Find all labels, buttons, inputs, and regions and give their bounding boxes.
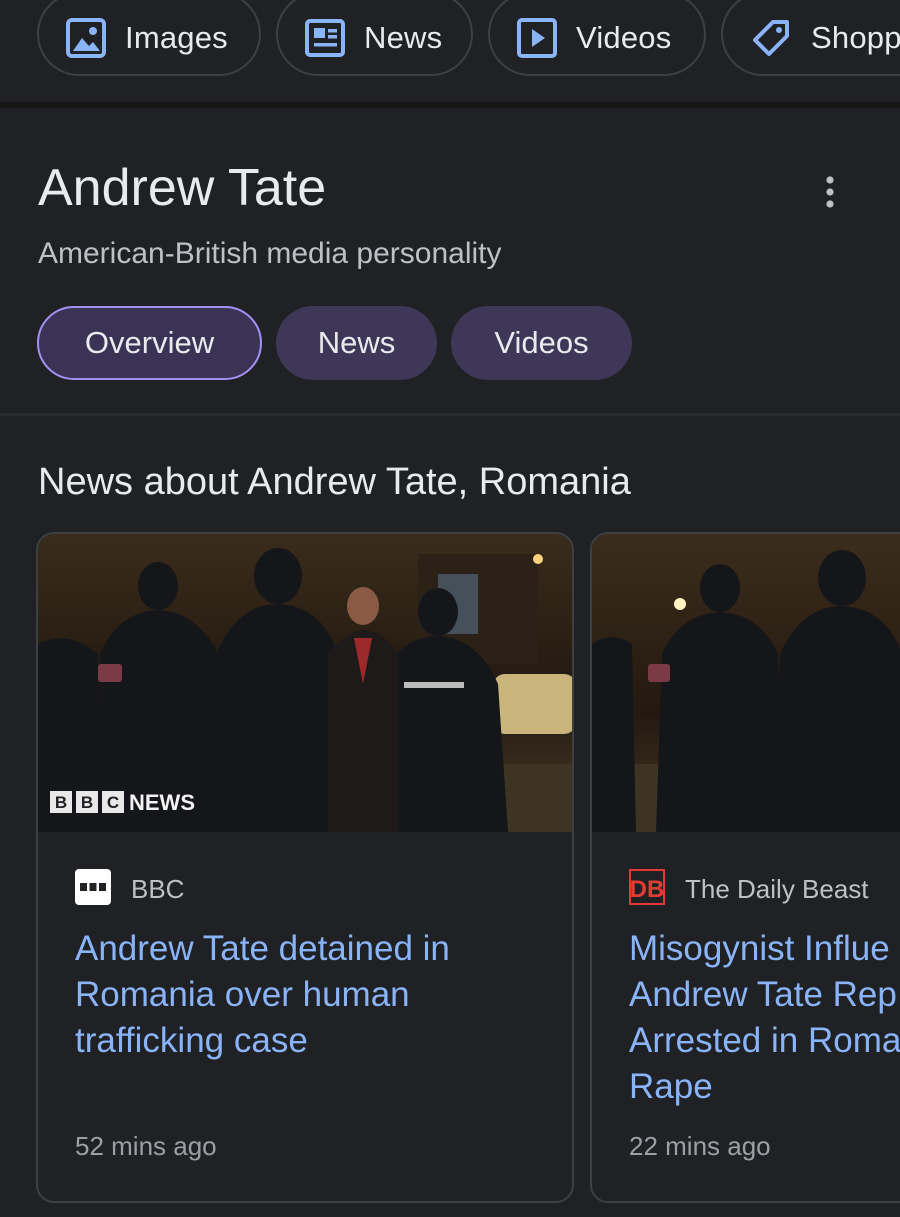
tab-videos[interactable]: Videos [451,306,632,380]
svg-text:DB: DB [630,876,665,903]
more-vert-icon [825,175,835,214]
news-timestamp: 22 mins ago [629,1131,771,1161]
news-headline-link[interactable]: Andrew Tate detained in Romania over hum… [75,926,545,1064]
news-thumbnail: B B C NEWS [38,534,572,832]
news-card-daily-beast[interactable]: DB The Daily Beast Misogynist Influe And… [590,532,900,1203]
filter-chip-label: Images [125,20,228,55]
news-source: DB The Daily Beast [629,868,869,910]
news-timestamp: 52 mins ago [75,1131,217,1161]
filter-chip-shopping[interactable]: Shopp [721,0,900,76]
filter-chip-news[interactable]: News [276,0,473,76]
news-source: BBC [75,868,185,910]
tab-overview[interactable]: Overview [37,306,262,380]
svg-text:B: B [81,793,93,812]
bbc-news-watermark: B B C NEWS [50,790,195,815]
daily-beast-logo-icon: DB [629,868,665,910]
filter-chip-row: Images News Videos Shopp [0,0,900,104]
news-headline-link[interactable]: Misogynist Influe Andrew Tate Rep Arrest… [629,926,900,1110]
filter-chip-videos[interactable]: Videos [488,0,706,76]
filter-chip-images[interactable]: Images [37,0,261,76]
bbc-logo-icon [75,868,111,910]
tag-icon [749,16,793,60]
news-thumbnail [592,534,900,832]
tab-news[interactable]: News [276,306,437,380]
video-icon [516,17,558,59]
section-divider [0,102,900,108]
entity-subtitle: American-British media personality [38,237,502,270]
news-icon [304,17,346,59]
svg-text:B: B [55,793,67,812]
svg-text:NEWS: NEWS [129,790,195,815]
svg-text:C: C [107,793,119,812]
filter-chip-label: Videos [576,20,672,55]
source-name: BBC [131,873,185,904]
entity-title: Andrew Tate [38,159,327,217]
filter-chip-label: News [364,20,443,55]
image-icon [65,17,107,59]
source-name: The Daily Beast [685,873,869,904]
search-results-page: Images News Videos Shopp Andrew Tate Ame… [0,0,900,1217]
news-card-bbc[interactable]: B B C NEWS BBC Andrew Tate detained in R… [36,532,574,1203]
section-divider [0,413,900,416]
filter-chip-label: Shopp [811,20,900,55]
more-options-button[interactable] [806,168,854,220]
news-section-heading: News about Andrew Tate, Romania [38,461,631,503]
